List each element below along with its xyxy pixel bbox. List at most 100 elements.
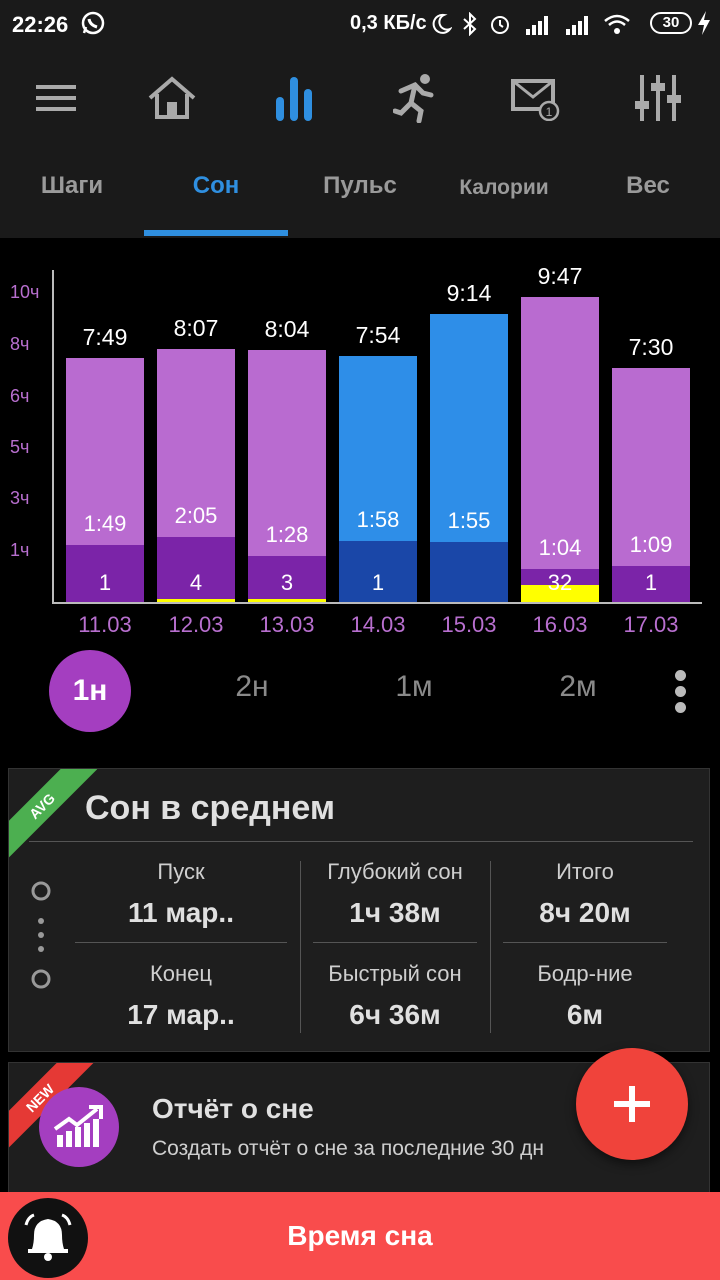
bar-total-label: 7:54 bbox=[355, 321, 401, 348]
moon-icon bbox=[432, 13, 452, 34]
x-tick-label: 11.03 bbox=[78, 612, 132, 637]
x-tick-label: 16.03 bbox=[532, 612, 588, 637]
tab-pulse[interactable]: Пульс bbox=[288, 172, 432, 200]
add-button[interactable] bbox=[576, 1048, 688, 1160]
signal-icon bbox=[526, 16, 548, 35]
end-value: 17 мар.. bbox=[127, 999, 235, 1030]
tab-steps[interactable]: Шаги bbox=[0, 172, 144, 200]
top-navigation: 1 bbox=[0, 48, 720, 148]
tab-active-indicator bbox=[144, 230, 288, 236]
y-tick-label: 8ч bbox=[10, 334, 30, 354]
tab-sleep[interactable]: Сон bbox=[144, 172, 288, 200]
bedtime-label: Время сна bbox=[287, 1220, 433, 1251]
status-icons bbox=[430, 8, 632, 40]
bar-total-label: 7:49 bbox=[82, 324, 128, 351]
bar-awake bbox=[157, 599, 235, 602]
y-tick-label: 3ч bbox=[10, 488, 30, 508]
bar-total-label: 9:47 bbox=[537, 262, 583, 289]
bar-total-label: 9:14 bbox=[446, 280, 492, 307]
date-range-icon bbox=[31, 881, 51, 989]
avg-badge: AVG bbox=[9, 769, 98, 862]
x-axis bbox=[52, 602, 702, 604]
trend-chart-icon bbox=[39, 1087, 119, 1167]
bar-awake-label: 1 bbox=[644, 570, 658, 595]
avg-card-title: Сон в среднем bbox=[85, 789, 335, 827]
bar-deep-label: 1:49 bbox=[83, 511, 127, 537]
chart-icon[interactable] bbox=[264, 70, 324, 126]
bar-light-sleep[interactable] bbox=[521, 296, 599, 569]
y-tick-label: 5ч bbox=[10, 437, 30, 457]
deep-sleep-label: Глубокий сон bbox=[327, 859, 463, 884]
report-subtitle: Создать отчёт о сне за последние 30 дн bbox=[152, 1137, 544, 1160]
status-time: 22:26 bbox=[12, 12, 69, 37]
bar-deep-sleep[interactable] bbox=[430, 542, 508, 602]
divider bbox=[503, 942, 667, 943]
bar-awake-label: 32 bbox=[547, 570, 573, 595]
running-icon[interactable] bbox=[386, 70, 446, 126]
average-sleep-card[interactable]: AVG Сон в среднем Пуск 11 мар.. Конец 17… bbox=[8, 768, 710, 1052]
menu-icon[interactable] bbox=[26, 70, 86, 126]
x-tick-label: 13.03 bbox=[259, 612, 315, 637]
divider bbox=[313, 942, 477, 943]
alarm-icon bbox=[491, 16, 509, 34]
bar-deep-label: 2:05 bbox=[174, 503, 218, 529]
tab-bar: Шаги Сон Пульс Калории Вес bbox=[0, 148, 720, 238]
mail-icon[interactable]: 1 bbox=[506, 70, 566, 126]
period-2w-button[interactable]: 2н bbox=[202, 670, 302, 704]
battery-icon: 30 bbox=[650, 12, 692, 34]
total-value: 8ч 20м bbox=[539, 897, 631, 928]
bar-awake-label: 1 bbox=[371, 570, 385, 595]
report-title: Отчёт о сне bbox=[152, 1093, 314, 1124]
bar-deep-label: 1:55 bbox=[447, 508, 491, 534]
svg-text:1: 1 bbox=[546, 105, 553, 119]
total-label: Итого bbox=[556, 859, 614, 884]
period-2m-button[interactable]: 2м bbox=[528, 670, 628, 704]
divider bbox=[300, 861, 301, 1033]
equalizer-icon[interactable] bbox=[628, 70, 688, 126]
x-tick-label: 17.03 bbox=[623, 612, 679, 637]
bar-deep-label: 1:09 bbox=[629, 532, 673, 558]
deep-sleep-value: 1ч 38м bbox=[349, 897, 441, 928]
status-bar: 22:26 0,3 КБ/с 30 bbox=[0, 0, 720, 48]
plus-icon bbox=[614, 1086, 650, 1122]
more-options-icon[interactable] bbox=[673, 670, 687, 714]
divider bbox=[29, 841, 693, 842]
x-tick-label: 14.03 bbox=[350, 612, 406, 637]
y-tick-label: 6ч bbox=[10, 386, 30, 406]
tab-calories[interactable]: Калории bbox=[432, 176, 576, 200]
tab-weight[interactable]: Вес bbox=[576, 172, 720, 200]
y-tick-label: 10ч bbox=[10, 282, 40, 302]
awake-value: 6м bbox=[566, 999, 604, 1030]
start-value: 11 мар.. bbox=[128, 897, 234, 928]
bar-awake bbox=[248, 599, 326, 602]
bar-deep-label: 1:58 bbox=[356, 506, 400, 532]
charging-icon bbox=[696, 10, 712, 41]
awake-label: Бодр-ние bbox=[537, 961, 633, 986]
divider bbox=[490, 861, 491, 1033]
bar-deep-label: 1:04 bbox=[538, 534, 582, 560]
bar-total-label: 8:04 bbox=[264, 316, 310, 343]
period-1w-button[interactable]: 1н bbox=[49, 650, 131, 732]
bar-deep-label: 1:28 bbox=[265, 522, 309, 548]
divider bbox=[75, 942, 287, 943]
bar-total-label: 8:07 bbox=[173, 314, 219, 341]
signal-icon bbox=[566, 16, 588, 35]
light-sleep-label: Быстрый сон bbox=[328, 961, 462, 986]
bar-awake-label: 3 bbox=[280, 570, 294, 595]
bluetooth-icon bbox=[463, 12, 477, 36]
wifi-icon bbox=[604, 14, 630, 34]
whatsapp-icon bbox=[80, 10, 106, 41]
y-axis bbox=[52, 270, 54, 604]
home-icon[interactable] bbox=[142, 70, 202, 126]
network-speed: 0,3 КБ/с bbox=[350, 12, 427, 34]
bar-total-label: 7:30 bbox=[628, 334, 674, 360]
bar-awake-label: 1 bbox=[98, 570, 112, 595]
start-label: Пуск bbox=[157, 859, 205, 884]
period-1m-button[interactable]: 1м bbox=[364, 670, 464, 704]
light-sleep-value: 6ч 36м bbox=[349, 999, 441, 1030]
bar-awake-label: 4 bbox=[189, 570, 203, 595]
end-label: Конец bbox=[149, 961, 213, 986]
x-tick-label: 12.03 bbox=[168, 612, 224, 637]
x-tick-label: 15.03 bbox=[441, 612, 497, 637]
y-tick-label: 1ч bbox=[10, 540, 30, 560]
